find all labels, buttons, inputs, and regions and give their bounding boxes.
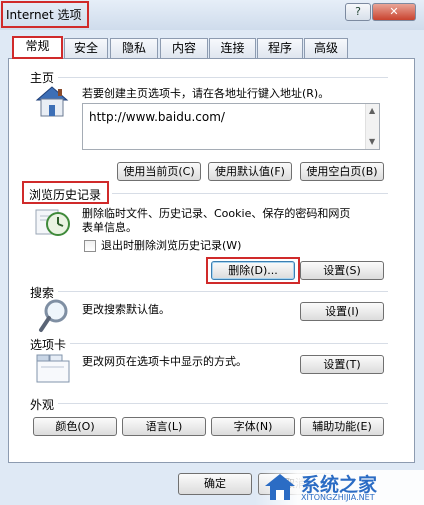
tabs-icon bbox=[36, 352, 70, 384]
watermark: 系统之家 XITONGZHIJIA.NET bbox=[255, 470, 424, 505]
tab-programs[interactable]: 程序 bbox=[257, 38, 303, 58]
history-description-line2: 表单信息。 bbox=[82, 221, 137, 234]
delete-on-exit-label[interactable]: 退出时删除浏览历史记录(W) bbox=[101, 239, 241, 253]
history-title-highlight bbox=[22, 181, 109, 204]
search-description: 更改搜索默认值。 bbox=[82, 303, 170, 316]
scroll-down-icon[interactable]: ▼ bbox=[369, 137, 375, 146]
close-button[interactable]: ✕ bbox=[372, 3, 416, 21]
tab-security[interactable]: 安全 bbox=[64, 38, 108, 58]
tabs-section-title: 选项卡 bbox=[30, 338, 67, 352]
search-settings-button[interactable]: 设置(I) bbox=[300, 302, 384, 321]
watermark-logo-icon bbox=[263, 472, 297, 502]
tab-advanced[interactable]: 高级 bbox=[304, 38, 348, 58]
magnifier-icon bbox=[38, 298, 70, 334]
fonts-button[interactable]: 字体(N) bbox=[211, 417, 295, 436]
help-button[interactable]: ? bbox=[345, 3, 371, 21]
history-settings-button[interactable]: 设置(S) bbox=[300, 261, 384, 280]
ok-button[interactable]: 确定 bbox=[178, 473, 252, 495]
languages-button[interactable]: 语言(L) bbox=[122, 417, 206, 436]
divider bbox=[58, 77, 388, 78]
home-icon bbox=[34, 84, 70, 118]
divider bbox=[58, 403, 388, 404]
history-description-line1: 删除临时文件、历史记录、Cookie、保存的密码和网页 bbox=[82, 207, 351, 220]
title-highlight bbox=[1, 1, 89, 28]
tab-general-highlight bbox=[12, 36, 63, 59]
homepage-url[interactable]: http://www.baidu.com/ bbox=[89, 110, 225, 124]
homepage-description: 若要创建主页选项卡，请在各地址行键入地址(R)。 bbox=[82, 87, 330, 100]
delete-button-highlight bbox=[206, 257, 300, 284]
homepage-address-box[interactable]: http://www.baidu.com/ ▲ ▼ bbox=[82, 103, 380, 150]
divider bbox=[112, 193, 388, 194]
address-scrollbar[interactable]: ▲ ▼ bbox=[365, 104, 379, 149]
colors-button[interactable]: 颜色(O) bbox=[33, 417, 117, 436]
use-default-button[interactable]: 使用默认值(F) bbox=[208, 162, 292, 181]
tab-content[interactable]: 内容 bbox=[160, 38, 208, 58]
use-current-button[interactable]: 使用当前页(C) bbox=[117, 162, 201, 181]
watermark-url: XITONGZHIJIA.NET bbox=[301, 493, 375, 502]
scroll-up-icon[interactable]: ▲ bbox=[369, 106, 375, 115]
history-icon bbox=[34, 206, 74, 238]
tab-connections[interactable]: 连接 bbox=[209, 38, 256, 58]
tabs-settings-button[interactable]: 设置(T) bbox=[300, 355, 384, 374]
tab-privacy[interactable]: 隐私 bbox=[110, 38, 158, 58]
divider bbox=[58, 291, 388, 292]
delete-on-exit-checkbox[interactable] bbox=[84, 240, 96, 252]
divider bbox=[70, 343, 388, 344]
use-blank-button[interactable]: 使用空白页(B) bbox=[300, 162, 384, 181]
appearance-section-title: 外观 bbox=[30, 398, 55, 412]
tabs-description: 更改网页在选项卡中显示的方式。 bbox=[82, 355, 247, 368]
accessibility-button[interactable]: 辅助功能(E) bbox=[300, 417, 384, 436]
